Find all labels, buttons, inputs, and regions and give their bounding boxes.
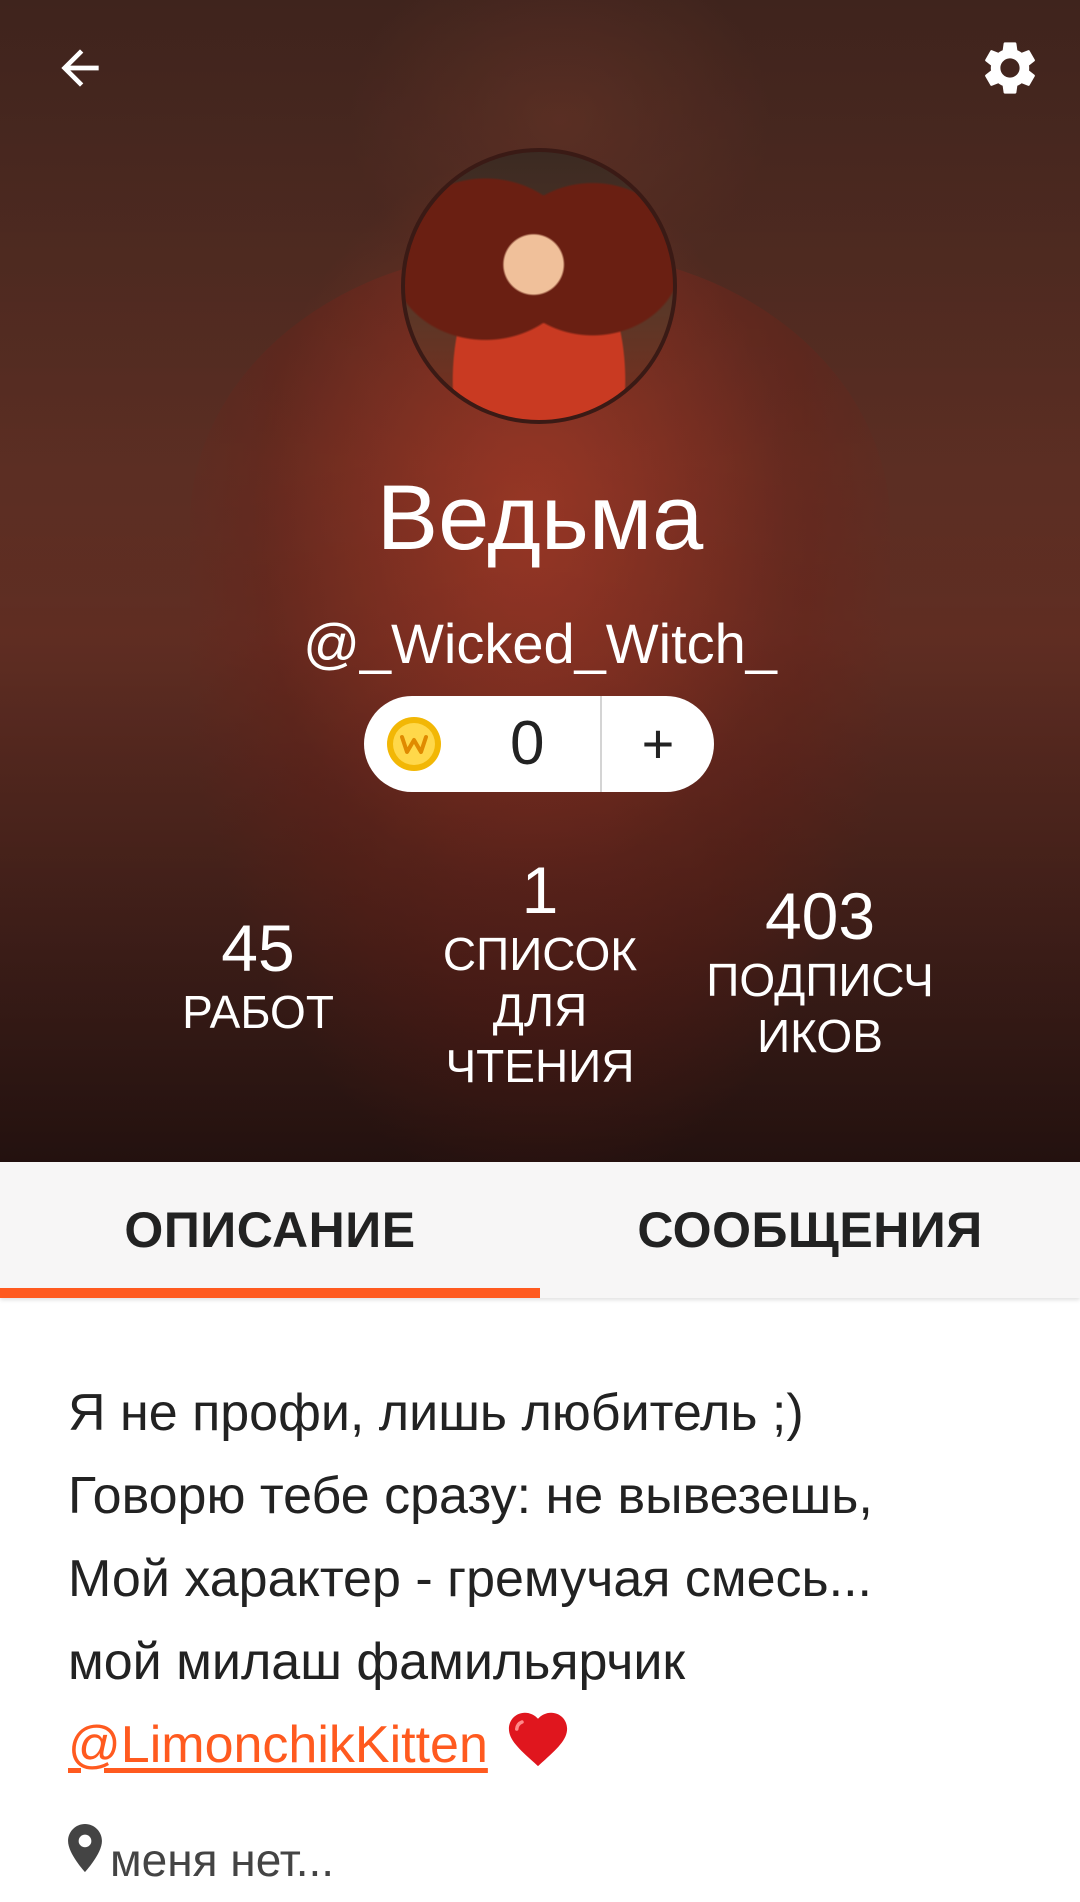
buy-coins-button[interactable]: +	[602, 696, 714, 792]
coin-balance: 0 +	[364, 696, 714, 792]
heart-icon	[508, 1712, 567, 1767]
coin-balance-display[interactable]: 0	[364, 696, 600, 792]
settings-button[interactable]	[970, 28, 1050, 108]
tab-messages[interactable]: СООБЩЕНИЯ	[540, 1162, 1080, 1298]
stat-works[interactable]: 45 РАБОТ	[150, 912, 366, 1040]
location-pin-icon	[68, 1824, 102, 1872]
reading-lists-count: 1	[521, 853, 559, 927]
profile-header: Ведьма @_Wicked_Witch_ 0 + 45 РАБОТ 1 СП…	[0, 0, 1080, 1162]
reading-lists-label-line: СПИСОК	[442, 928, 638, 980]
arrow-left-icon	[61, 49, 99, 87]
display-name: Ведьма	[376, 467, 704, 569]
description-line: Мой характер - гремучая смесь...	[68, 1550, 872, 1608]
avatar[interactable]	[401, 148, 677, 424]
gear-icon	[985, 42, 1035, 94]
location: меня нет...	[68, 1820, 334, 1890]
wattpad-coin-icon	[387, 717, 441, 771]
profile-tabs: ОПИСАНИЕ СООБЩЕНИЯ	[0, 1162, 1080, 1298]
works-label: РАБОТ	[182, 986, 334, 1038]
tab-about[interactable]: ОПИСАНИЕ	[0, 1162, 540, 1298]
description-line: Говорю тебе сразу: не вывезешь,	[68, 1467, 873, 1525]
description-line: мой милаш фамильярчик	[68, 1633, 686, 1691]
reading-lists-label-line: ДЛЯ	[492, 984, 588, 1036]
coin-count: 0	[510, 709, 545, 778]
description-line: Я не профи, лишь любитель ;)	[68, 1384, 804, 1442]
profile-description: Я не профи, лишь любитель ;) Говорю тебе…	[68, 1372, 1028, 1787]
profile-page: Ведьма @_Wicked_Witch_ 0 + 45 РАБОТ 1 СП…	[0, 0, 1080, 1902]
description-line-mention: @LimonchikKitten	[68, 1704, 1028, 1787]
user-mention-link[interactable]: @LimonchikKitten	[68, 1716, 488, 1774]
location-text: меня нет...	[110, 1834, 335, 1886]
followers-label-line: ИКОВ	[757, 1010, 883, 1062]
back-button[interactable]	[40, 28, 120, 108]
followers-count: 403	[764, 879, 876, 953]
works-count: 45	[221, 911, 295, 985]
stat-reading-lists[interactable]: 1 СПИСОК ДЛЯ ЧТЕНИЯ	[420, 854, 660, 1094]
followers-label-line: ПОДПИСЧ	[706, 954, 934, 1006]
username: @_Wicked_Witch_	[303, 612, 777, 675]
reading-lists-label-line: ЧТЕНИЯ	[445, 1040, 635, 1092]
stat-followers[interactable]: 403 ПОДПИСЧ ИКОВ	[680, 880, 960, 1064]
